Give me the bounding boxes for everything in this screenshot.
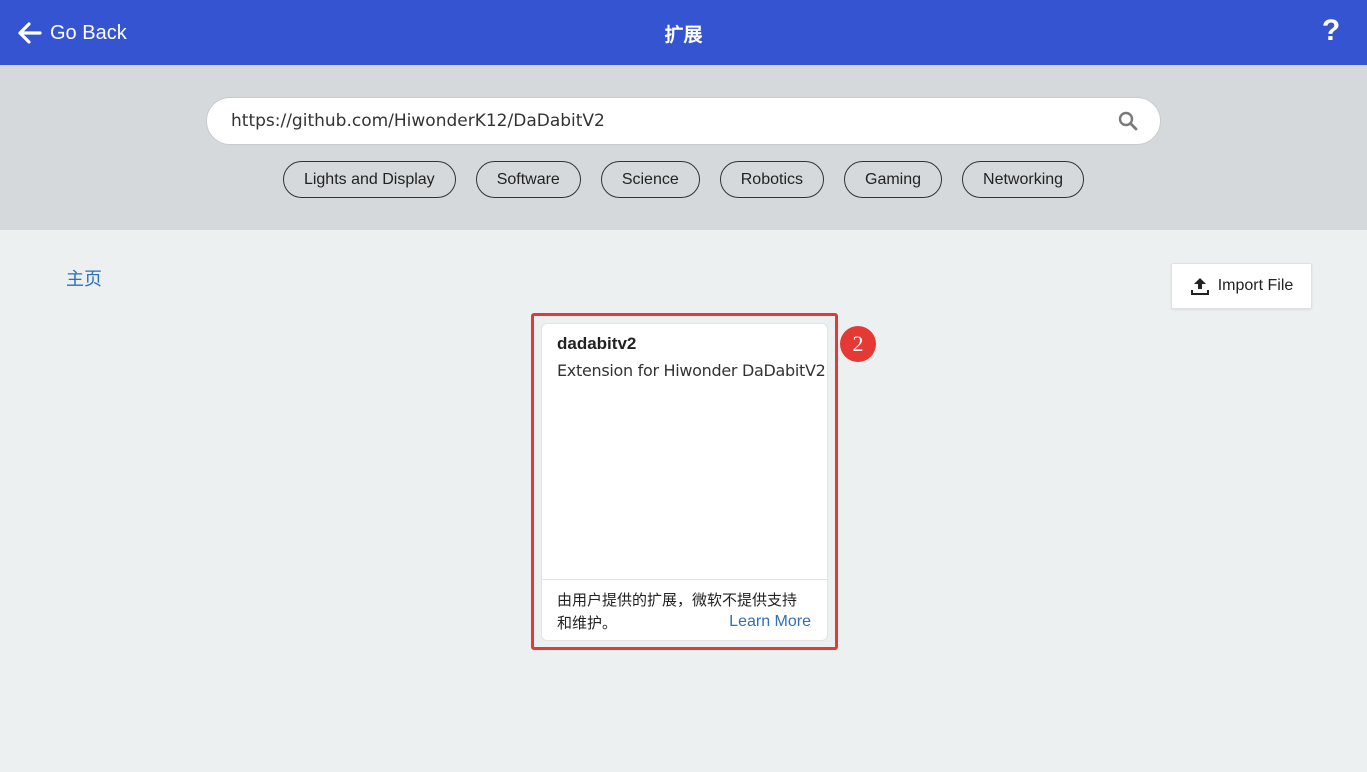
tag-software[interactable]: Software <box>475 161 581 198</box>
page-title: 扩展 <box>664 24 703 46</box>
top-bar: Go Back 扩展 ? <box>0 0 1367 65</box>
card-footer: 由用户提供的扩展，微软不提供支持和维护。 Learn More <box>542 579 827 640</box>
learn-more-link[interactable]: Learn More <box>725 613 811 631</box>
category-tags: Lights and Display Software Science Robo… <box>0 161 1367 198</box>
extension-title: dadabitv2 <box>557 334 637 353</box>
search-panel: Lights and Display Software Science Robo… <box>0 65 1367 230</box>
help-icon[interactable]: ? <box>1319 14 1343 48</box>
import-file-label: Import File <box>1217 277 1294 294</box>
tag-networking[interactable]: Networking <box>962 161 1085 198</box>
search-icon[interactable] <box>1118 111 1138 131</box>
upload-icon <box>1190 278 1209 295</box>
breadcrumb-home[interactable]: 主页 <box>66 265 102 291</box>
tag-robotics[interactable]: Robotics <box>719 161 824 198</box>
tag-lights-and-display[interactable]: Lights and Display <box>282 161 456 198</box>
tag-gaming[interactable]: Gaming <box>844 161 943 198</box>
import-file-button[interactable]: Import File <box>1171 263 1312 309</box>
extension-description: Extension for Hiwonder DaDabitV2 <box>557 361 826 380</box>
tag-science[interactable]: Science <box>600 161 700 198</box>
search-input[interactable] <box>231 98 1091 144</box>
step-badge: 2 <box>840 326 876 362</box>
search-box <box>206 97 1161 145</box>
extension-card[interactable]: dadabitv2 Extension for Hiwonder DaDabit… <box>541 323 828 641</box>
